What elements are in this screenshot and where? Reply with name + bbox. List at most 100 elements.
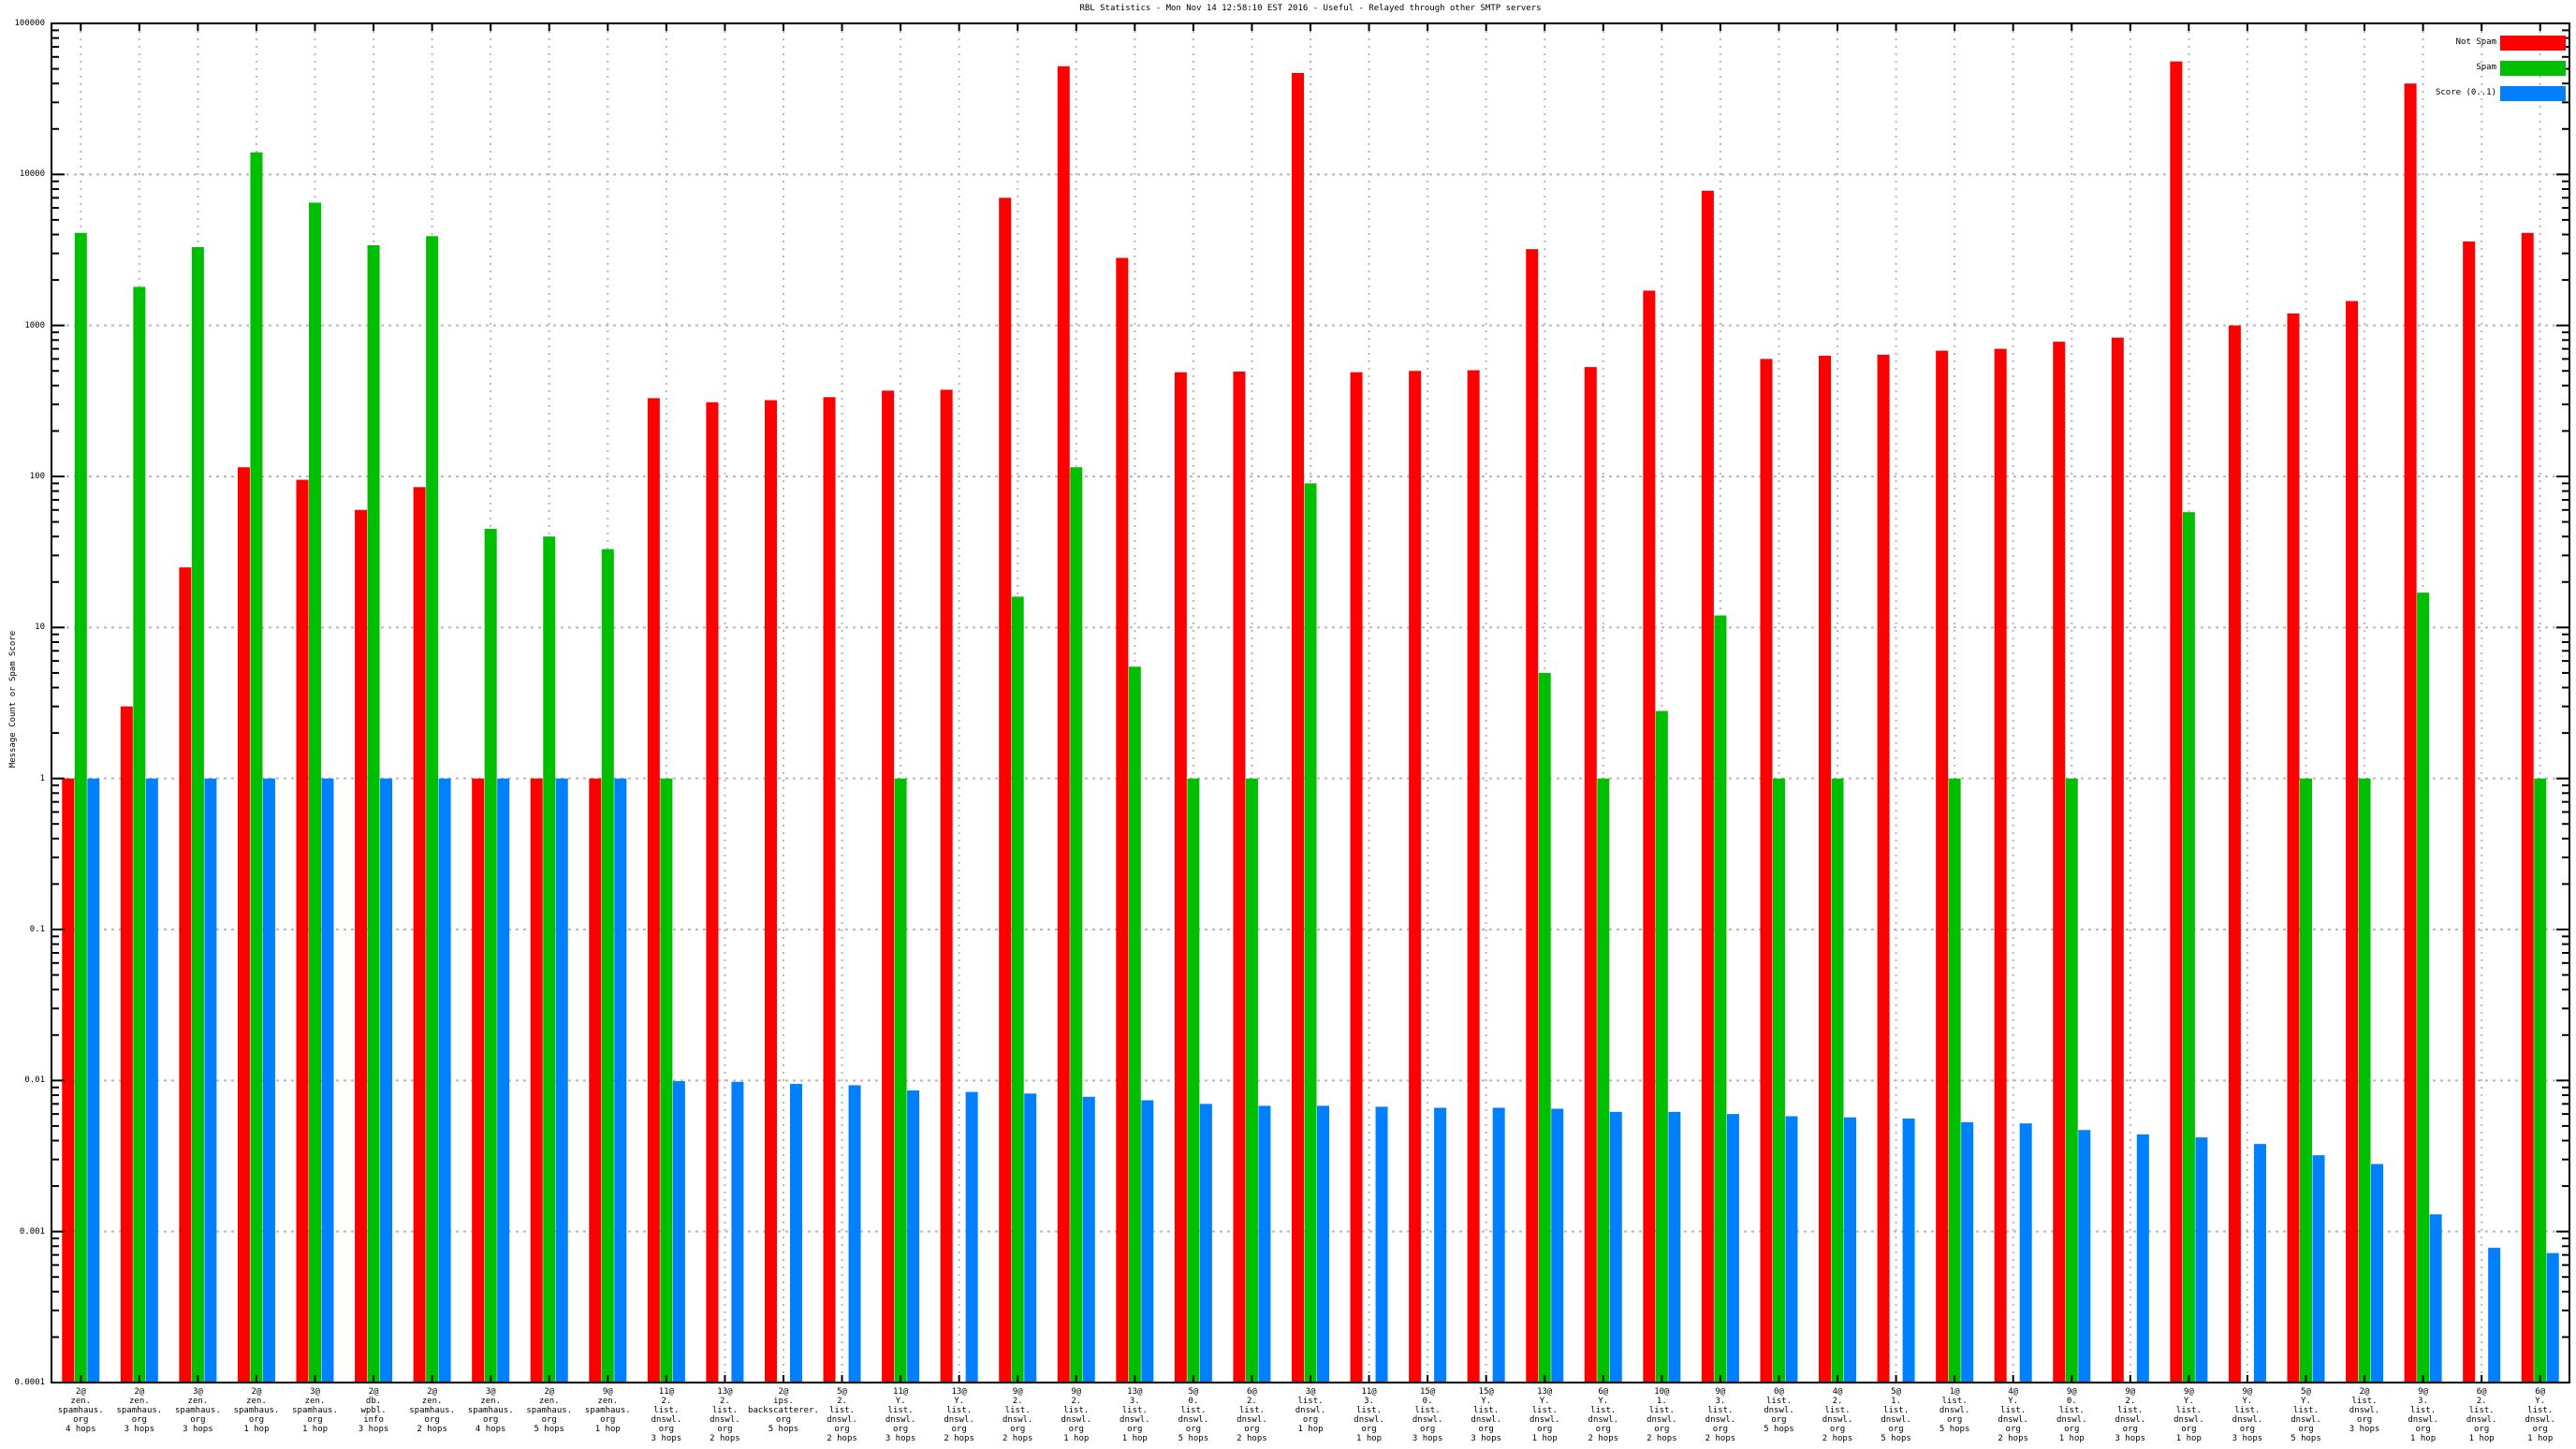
y-tick-label: 1: [39, 773, 45, 783]
x-tick-label: 0@ list. dnswl. org 5 hops: [1764, 1387, 1794, 1434]
x-tick-label-line: dnswl.: [1529, 1415, 1560, 1425]
x-tick-label-line: dnswl.: [1061, 1415, 1092, 1425]
x-tick-label-line: spamhaus.: [233, 1406, 280, 1415]
x-tick-label-line: 5@: [1188, 1387, 1199, 1397]
x-tick-label-line: 13@: [1537, 1387, 1553, 1397]
bar-score: [2078, 1130, 2091, 1383]
x-tick-label-line: Y.: [2301, 1397, 2311, 1406]
x-tick-label-line: org: [1712, 1425, 1729, 1434]
x-tick-label-line: list.: [2351, 1397, 2378, 1406]
bar-score: [1141, 1100, 1154, 1383]
bar-spam: [1304, 483, 1317, 1383]
bar-not-spam: [1467, 370, 1480, 1383]
x-tick-label-line: 9@: [2418, 1387, 2429, 1397]
x-tick-label-line: dnswl.: [1939, 1406, 1970, 1415]
bar-score: [614, 778, 627, 1383]
bar-spam: [1128, 666, 1141, 1383]
x-tick-label-line: org: [248, 1415, 265, 1425]
x-tick-label-line: 6@: [2476, 1387, 2487, 1397]
x-tick-label: 13@ Y. list. dnswl. org 1 hop: [1530, 1387, 1560, 1443]
x-tick-label-line: dnswl.: [1120, 1415, 1150, 1425]
bar-spam: [2417, 593, 2430, 1383]
legend-swatch-score: [2500, 86, 2566, 101]
x-tick-label: 3@ list. dnswl. org 1 hop: [1295, 1387, 1326, 1434]
x-tick-label-line: 3 hops: [2349, 1425, 2380, 1434]
y-tick-label: 10000: [19, 169, 45, 180]
x-tick-label: 13@ 2. list. dnswl. org 2 hops: [710, 1387, 740, 1443]
x-tick-label-line: 6@: [1247, 1387, 1257, 1397]
x-tick-label-line: backscatterer.: [748, 1406, 819, 1415]
bar-score: [2253, 1144, 2266, 1383]
x-tick-label-line: 3@: [1305, 1387, 1316, 1397]
x-tick-label-line: dnswl.: [1705, 1415, 1736, 1425]
bar-not-spam: [999, 198, 1012, 1383]
bar-score: [1844, 1117, 1857, 1383]
bar-score: [2546, 1252, 2559, 1383]
x-tick-label-line: zen.: [421, 1397, 443, 1406]
x-tick-label-line: spamhaus.: [409, 1406, 456, 1415]
x-tick-label: 9@ 2. list. dnswl. org 2 hops: [1003, 1387, 1033, 1443]
x-tick-label-line: dnswl.: [1002, 1415, 1033, 1425]
x-tick-label-line: 3 hops: [124, 1425, 155, 1434]
x-tick-label-line: Y.: [2008, 1397, 2019, 1406]
x-tick-label-line: 13@: [951, 1387, 967, 1397]
x-tick-label-line: 2.: [837, 1397, 847, 1406]
x-tick-label-line: spamhaus.: [57, 1406, 104, 1415]
x-tick-label-line: 13@: [717, 1387, 733, 1397]
bar-score: [2019, 1123, 2032, 1383]
x-tick-label-line: 4 hops: [66, 1425, 96, 1434]
x-tick-label-line: org: [1771, 1415, 1787, 1425]
x-tick-label-line: 9@: [2125, 1387, 2136, 1397]
bar-score: [2488, 1248, 2501, 1383]
x-tick-label-line: list.: [1238, 1406, 1265, 1415]
x-tick-label-line: org: [658, 1425, 674, 1434]
x-tick-label: 2@ db. wpbl. info 3 hops: [359, 1387, 389, 1434]
bar-score: [2371, 1164, 2384, 1383]
x-tick-label-line: list.: [1531, 1406, 1558, 1415]
x-tick-label-line: dnswl.: [1412, 1415, 1443, 1425]
bar-score: [1082, 1096, 1095, 1383]
x-tick-label-line: 2 hops: [417, 1425, 447, 1434]
x-tick-label-line: 9@: [2066, 1387, 2077, 1397]
y-tick-label: 0.01: [24, 1076, 45, 1086]
bar-spam: [191, 247, 204, 1383]
bar-spam: [1187, 778, 1200, 1383]
x-tick-label-line: 10@: [1654, 1387, 1670, 1397]
bar-score: [145, 778, 158, 1383]
bar-score: [2136, 1134, 2149, 1383]
x-tick-label-line: org: [775, 1415, 792, 1425]
x-tick-label-line: org: [1302, 1415, 1319, 1425]
x-tick-label-line: org: [2474, 1425, 2490, 1434]
x-tick-label-line: 5@: [837, 1387, 847, 1397]
x-tick-label: 9@ 3. list. dnswl. org 2 hops: [1705, 1387, 1736, 1443]
x-tick-label-line: list.: [2117, 1406, 2144, 1415]
x-tick-label-line: org: [834, 1425, 850, 1434]
bar-not-spam: [647, 398, 660, 1383]
x-tick-label-line: 1 hop: [1297, 1425, 1324, 1434]
x-tick-label-line: Y.: [1481, 1397, 1492, 1406]
bar-not-spam: [355, 509, 368, 1383]
x-tick-label-line: org: [131, 1415, 147, 1425]
bar-score: [1375, 1106, 1388, 1383]
x-tick-label-line: org: [307, 1415, 323, 1425]
bar-not-spam: [2287, 313, 2300, 1383]
x-tick-label-line: list.: [1590, 1406, 1617, 1415]
x-tick-label-line: org: [1946, 1415, 1963, 1425]
x-tick-label-line: list.: [828, 1406, 856, 1415]
bar-score: [1317, 1105, 1329, 1383]
x-tick-label-line: org: [1185, 1425, 1202, 1434]
x-tick-label-line: 0.: [2066, 1397, 2077, 1406]
legend-label: Score (0..1): [2435, 88, 2496, 97]
x-tick-label-line: org: [2356, 1415, 2373, 1425]
x-tick-label-line: 2.: [1071, 1397, 1082, 1406]
x-tick-label: 4@ 2. list. dnswl. org 2 hops: [1822, 1387, 1853, 1443]
x-tick-label-line: list.: [2468, 1406, 2495, 1415]
x-tick-label-line: list.: [2234, 1406, 2261, 1415]
bar-score: [1258, 1105, 1271, 1383]
x-tick-label: 3@ zen. spamhaus. org 1 hop: [292, 1387, 338, 1434]
x-tick-label: 11@ 3. list. dnswl. org 1 hop: [1354, 1387, 1384, 1443]
x-tick-label-line: dnswl.: [2349, 1406, 2380, 1415]
x-tick-label-line: 1 hop: [301, 1425, 329, 1434]
x-tick-label-line: spamhaus.: [116, 1406, 163, 1415]
bar-spam: [250, 152, 263, 1383]
